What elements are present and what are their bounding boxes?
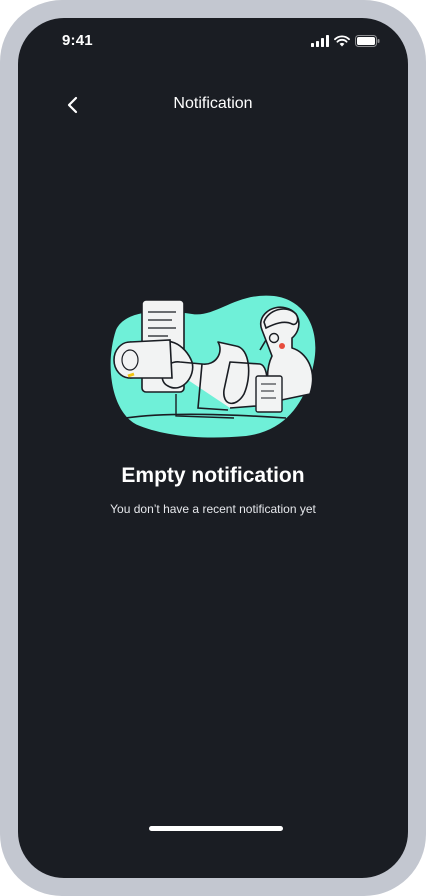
wifi-icon (334, 35, 350, 47)
status-time: 9:41 (62, 32, 93, 49)
device-frame: 9:41 Notification Empty notification You… (0, 0, 426, 896)
empty-state-subtitle: You don’t have a recent notification yet (110, 502, 316, 516)
battery-icon (355, 35, 380, 47)
status-icons (311, 34, 380, 48)
empty-notification-illustration (110, 295, 316, 438)
screen: 9:41 Notification Empty notification You… (18, 18, 408, 878)
header: Notification (18, 90, 408, 120)
home-indicator[interactable] (149, 826, 283, 831)
status-bar: 9:41 (18, 18, 408, 66)
empty-state-title: Empty notification (121, 464, 305, 487)
signal-icon (311, 35, 329, 47)
page-title: Notification (173, 95, 253, 112)
